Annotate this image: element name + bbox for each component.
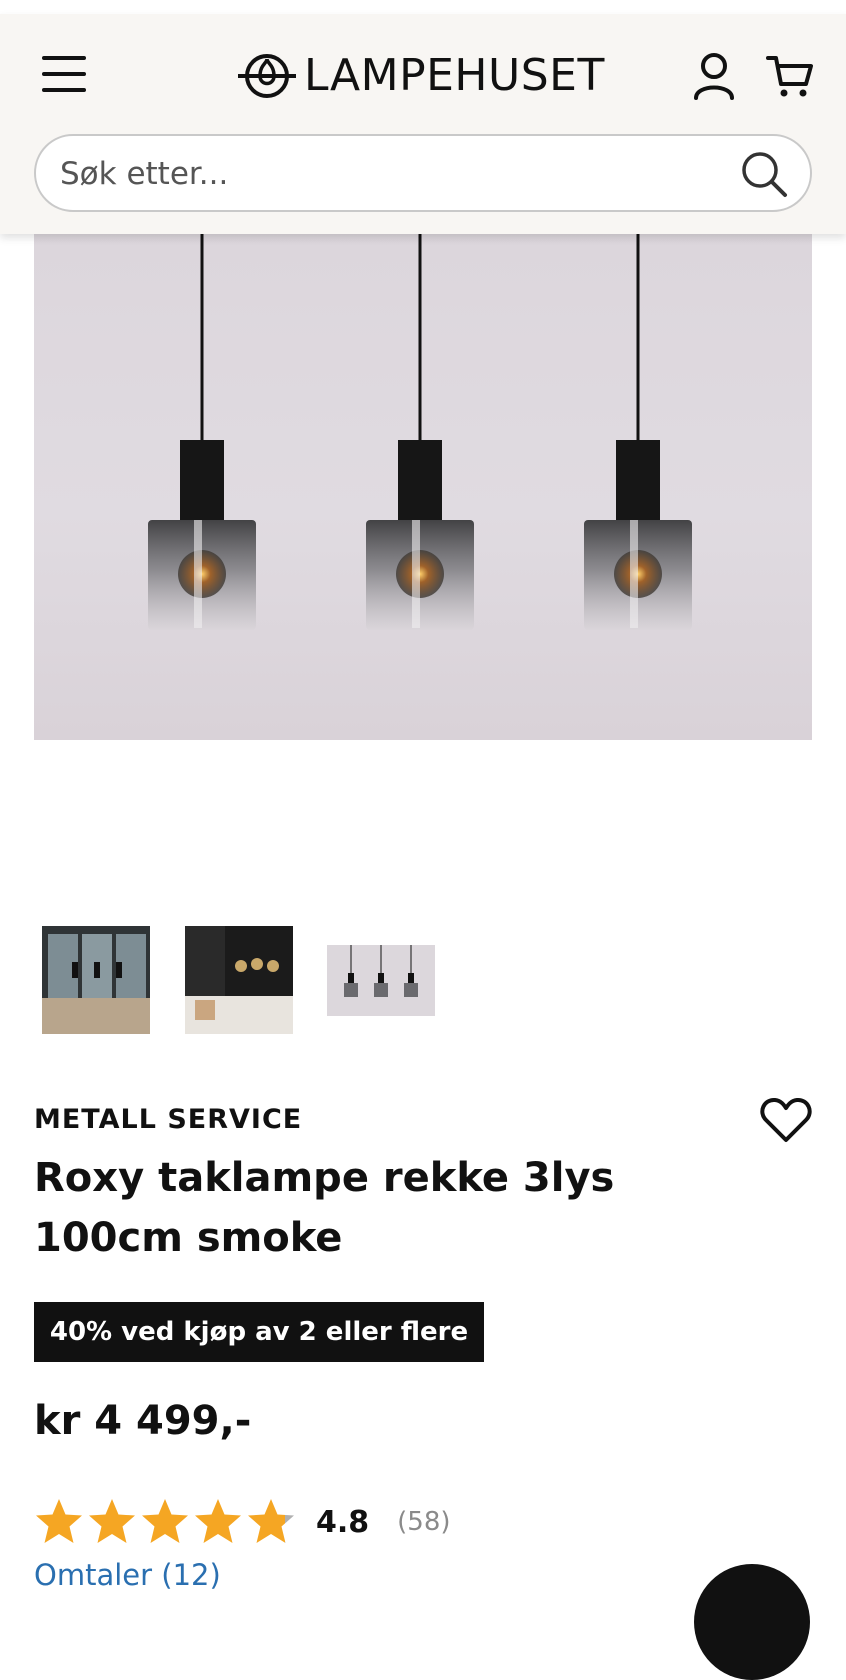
rating-stars [34,1497,296,1547]
thumbnail-dining-room[interactable] [42,926,150,1034]
search-icon[interactable] [740,150,788,198]
star-icon [36,1499,82,1543]
menu-bar [42,72,86,76]
pendant-lamps-image [148,234,692,630]
status-bar-area [0,0,846,14]
product-main-image[interactable] [34,234,812,740]
user-icon [694,53,734,100]
rating-count: (58) [397,1507,451,1537]
rating-row[interactable]: 4.8 (58) [34,1496,451,1548]
account-button[interactable] [692,52,736,100]
star-icon [195,1499,241,1543]
product-title: Roxy taklampe rekke 3lys 100cm smoke [34,1155,615,1261]
product-brand[interactable]: METALL SERVICE [34,1104,302,1135]
menu-bar [42,88,86,92]
star-icon [142,1499,188,1543]
pendant-lamp [148,234,256,630]
dining-room-thumbnail-image [42,926,150,1034]
menu-bar [42,56,86,60]
pendant-lamp [366,234,474,630]
pendant-lamp [584,234,692,630]
logo-text: LAMPEHUSET [304,50,605,101]
wishlist-button[interactable] [760,1096,812,1144]
star-icon [248,1499,294,1543]
cart-icon [766,56,813,97]
chat-button[interactable] [694,1564,810,1680]
reviews-link[interactable]: Omtaler (12) [34,1558,221,1592]
thumbnail-kitchen[interactable] [185,926,293,1034]
logo[interactable]: LAMPEHUSET [238,50,605,102]
lampehuset-logo-icon [238,54,296,98]
rating-value: 4.8 [316,1504,370,1540]
heart-icon [760,1098,812,1142]
site-header: LAMPEHUSET [0,14,846,234]
search-input[interactable] [60,148,720,200]
search-bar [34,134,812,212]
promo-badge: 40% ved kjøp av 2 eller flere [34,1302,484,1362]
star-icon [89,1499,135,1543]
thumbnail-product[interactable] [327,945,435,1016]
product-thumbnail-image [327,945,435,1016]
cart-button[interactable] [766,52,814,100]
kitchen-thumbnail-image [185,926,293,1034]
menu-button[interactable] [38,52,90,98]
product-price: kr 4 499,- [34,1398,252,1444]
